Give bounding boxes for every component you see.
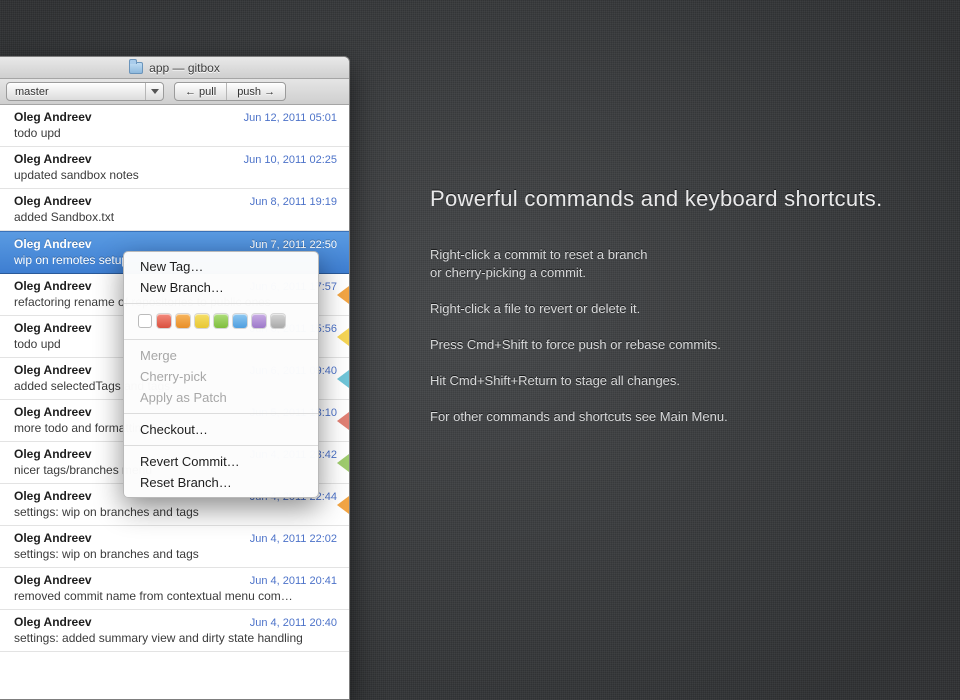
tag-marker-icon: [337, 454, 349, 472]
commit-row[interactable]: Oleg Andreev Jun 4, 2011 22:02 settings: w…: [0, 526, 349, 568]
swatch-red[interactable]: [157, 314, 171, 328]
commit-message: added Sandbox.txt: [14, 210, 337, 224]
commit-message: removed commit name from contextual menu…: [14, 589, 337, 603]
commit-row[interactable]: Oleg Andreev Jun 12, 2011 05:01 todo upd: [0, 105, 349, 147]
copy-heading: Powerful commands and keyboard shortcuts…: [430, 186, 930, 212]
chevron-down-icon: [145, 83, 163, 100]
tag-marker-icon: [337, 328, 349, 346]
commit-date: Jun 8, 2011 19:19: [250, 196, 337, 208]
swatch-green[interactable]: [214, 314, 228, 328]
tag-marker-icon: [337, 370, 349, 388]
copy-p3: Press Cmd+Shift to force push or rebase …: [430, 336, 930, 354]
menu-new-branch[interactable]: New Branch…: [124, 277, 318, 298]
menu-separator: [124, 413, 318, 414]
swatch-purple[interactable]: [252, 314, 266, 328]
copy-p1a: Right-click a commit to reset a branch: [430, 247, 647, 262]
copy-p2: Right-click a file to revert or delete i…: [430, 300, 930, 318]
commit-row[interactable]: Oleg Andreev Jun 4, 2011 20:40 settings: a…: [0, 610, 349, 652]
commit-message: todo upd: [14, 126, 337, 140]
marketing-copy: Powerful commands and keyboard shortcuts…: [430, 186, 930, 444]
tag-marker-icon: [337, 412, 349, 430]
commit-author: Oleg Andreev: [14, 321, 92, 335]
menu-separator: [124, 339, 318, 340]
commit-row[interactable]: Oleg Andreev Jun 10, 2011 02:25 updated sa…: [0, 147, 349, 189]
commit-date: Jun 10, 2011 02:25: [244, 154, 337, 166]
commit-date: Jun 4, 2011 20:40: [250, 617, 337, 629]
window-titlebar[interactable]: app — gitbox: [0, 57, 349, 79]
commit-date: Jun 4, 2011 20:41: [250, 575, 337, 587]
folder-icon: [129, 62, 143, 74]
commit-message: settings: wip on branches and tags: [14, 505, 337, 519]
commit-author: Oleg Andreev: [14, 194, 92, 208]
pull-button[interactable]: ← pull: [175, 83, 226, 100]
branch-dropdown-value: master: [15, 86, 49, 98]
window-title: app — gitbox: [149, 61, 220, 75]
push-button[interactable]: push →: [226, 83, 285, 100]
commit-author: Oleg Andreev: [14, 489, 92, 503]
copy-p1: Right-click a commit to reset a branch o…: [430, 246, 930, 282]
menu-separator: [124, 445, 318, 446]
menu-separator: [124, 303, 318, 304]
pull-push-segmented: ← pull push →: [174, 82, 286, 101]
commit-date: Jun 7, 2011 22:50: [250, 239, 337, 251]
commit-author: Oleg Andreev: [14, 405, 92, 419]
menu-cherry-pick[interactable]: Cherry-pick: [124, 366, 318, 387]
copy-p4: Hit Cmd+Shift+Return to stage all change…: [430, 372, 930, 390]
menu-merge[interactable]: Merge: [124, 345, 318, 366]
copy-p1b: or cherry-picking a commit.: [430, 265, 586, 280]
swatch-blue[interactable]: [233, 314, 247, 328]
commit-author: Oleg Andreev: [14, 447, 92, 461]
commit-author: Oleg Andreev: [14, 615, 92, 629]
tag-marker-icon: [337, 286, 349, 304]
commit-date: Jun 12, 2011 05:01: [244, 112, 337, 124]
menu-reset-branch[interactable]: Reset Branch…: [124, 472, 318, 493]
swatch-none[interactable]: [138, 314, 152, 328]
commit-author: Oleg Andreev: [14, 110, 92, 124]
commit-author: Oleg Andreev: [14, 237, 92, 251]
context-menu: New Tag… New Branch… Merge Cherry-pick A…: [123, 251, 319, 498]
commit-row[interactable]: Oleg Andreev Jun 4, 2011 20:41 removed com…: [0, 568, 349, 610]
copy-p5: For other commands and shortcuts see Mai…: [430, 408, 930, 426]
toolbar: master ← pull push →: [0, 79, 349, 105]
commit-author: Oleg Andreev: [14, 531, 92, 545]
commit-date: Jun 4, 2011 22:02: [250, 533, 337, 545]
menu-checkout[interactable]: Checkout…: [124, 419, 318, 440]
commit-message: settings: added summary view and dirty s…: [14, 631, 337, 645]
branch-dropdown[interactable]: master: [6, 82, 164, 101]
menu-colour-swatches: [124, 309, 318, 334]
commit-author: Oleg Andreev: [14, 363, 92, 377]
swatch-yellow[interactable]: [195, 314, 209, 328]
commit-row[interactable]: Oleg Andreev Jun 8, 2011 19:19 added Sandb…: [0, 189, 349, 231]
commit-author: Oleg Andreev: [14, 152, 92, 166]
swatch-orange[interactable]: [176, 314, 190, 328]
menu-apply-patch[interactable]: Apply as Patch: [124, 387, 318, 408]
commit-message: updated sandbox notes: [14, 168, 337, 182]
tag-marker-icon: [337, 496, 349, 514]
commit-author: Oleg Andreev: [14, 279, 92, 293]
commit-message: settings: wip on branches and tags: [14, 547, 337, 561]
commit-author: Oleg Andreev: [14, 573, 92, 587]
swatch-gray[interactable]: [271, 314, 285, 328]
menu-new-tag[interactable]: New Tag…: [124, 256, 318, 277]
menu-revert-commit[interactable]: Revert Commit…: [124, 451, 318, 472]
